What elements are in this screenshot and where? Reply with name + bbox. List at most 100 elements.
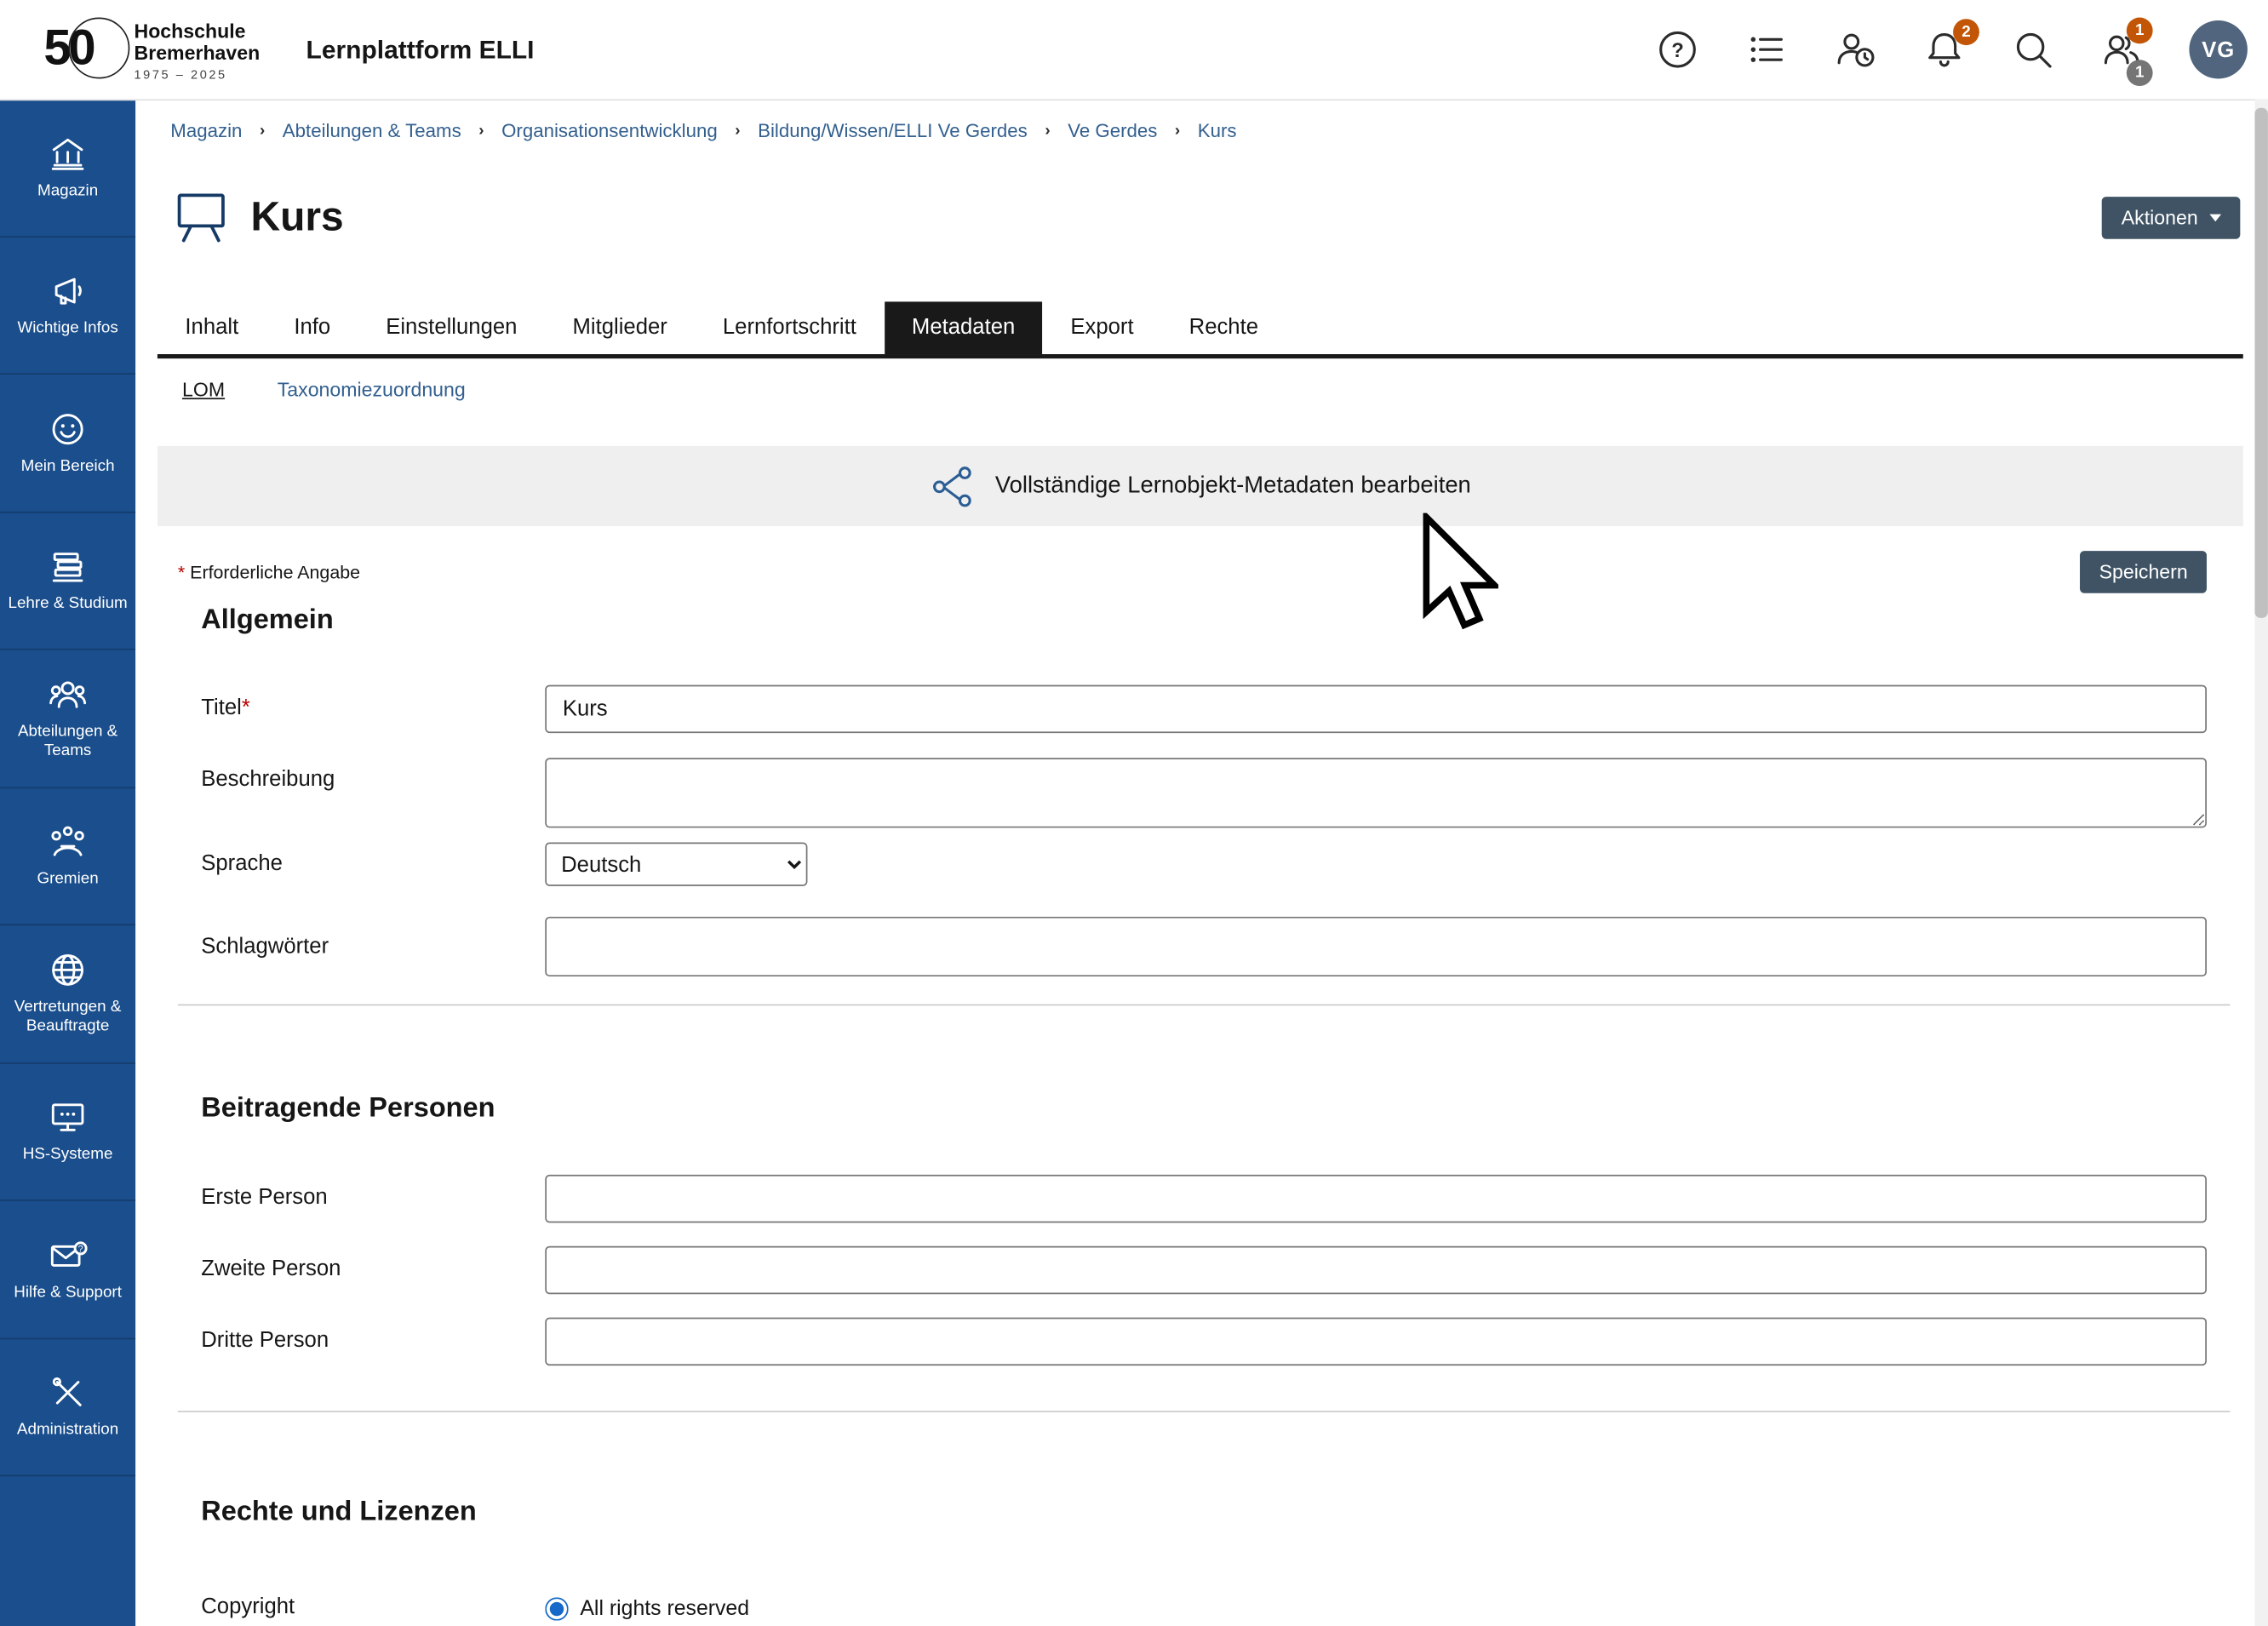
- sidebar-item-hs-systeme[interactable]: HS-Systeme: [0, 1063, 135, 1201]
- mail-help-icon: ?: [48, 1235, 87, 1274]
- todo-list-button[interactable]: [1744, 28, 1788, 72]
- subtab-bar: LOM Taxonomiezuordnung: [158, 358, 2243, 420]
- svg-text:?: ?: [1671, 39, 1684, 62]
- sidebar-item-label: Lehre & Studium: [8, 595, 127, 614]
- breadcrumb-separator: ›: [478, 122, 484, 140]
- sidebar-item-label: Magazin: [37, 182, 98, 201]
- edit-full-lom-label: Vollständige Lernobjekt-Metadaten bearbe…: [995, 473, 1471, 500]
- breadcrumb-link-ve-gerdes[interactable]: Ve Gerdes: [1068, 119, 1157, 141]
- app-title: Lernplattform ELLI: [306, 0, 535, 99]
- sidebar-item-abteilungen-teams[interactable]: Abteilungen & Teams: [0, 650, 135, 788]
- breadcrumb-link-magazin[interactable]: Magazin: [170, 119, 242, 141]
- smiley-icon: [48, 409, 87, 449]
- tab-lernfortschritt[interactable]: Lernfortschritt: [695, 301, 884, 354]
- erste-person-input[interactable]: [545, 1175, 2207, 1222]
- tab-mitglieder[interactable]: Mitglieder: [545, 301, 695, 354]
- megaphone-icon: [48, 272, 87, 311]
- breadcrumb-link-abteilungen-teams[interactable]: Abteilungen & Teams: [283, 119, 461, 141]
- sidebar-item-vertretungen-beauftragte[interactable]: Vertretungen & Beauftragte: [0, 925, 135, 1063]
- section-divider: [178, 1005, 2230, 1006]
- breadcrumb-link-organisationsentwicklung[interactable]: Organisationsentwicklung: [501, 119, 718, 141]
- logo-name-line1: Hochschule: [135, 20, 261, 43]
- section-title-beitragende-personen: Beitragende Personen: [201, 1091, 2243, 1126]
- tab-bar: Inhalt Info Einstellungen Mitglieder Ler…: [158, 301, 2243, 358]
- titel-label: Titel*: [201, 685, 501, 732]
- tab-export[interactable]: Export: [1043, 301, 1161, 354]
- section-title-rechte-lizenzen: Rechte und Lizenzen: [201, 1496, 2243, 1531]
- sidebar-item-administration[interactable]: Administration: [0, 1338, 135, 1476]
- required-star: *: [178, 562, 185, 582]
- topbar-icon-group: ?: [1656, 0, 2248, 99]
- tab-einstellungen[interactable]: Einstellungen: [358, 301, 545, 354]
- sprache-select[interactable]: Deutsch: [545, 843, 807, 886]
- tab-inhalt[interactable]: Inhalt: [158, 301, 266, 354]
- help-button[interactable]: ?: [1656, 28, 1699, 72]
- vertical-scrollbar-thumb[interactable]: [2254, 108, 2267, 618]
- sidebar-item-hilfe-support[interactable]: ? Hilfe & Support: [0, 1201, 135, 1339]
- sprache-label: Sprache: [201, 843, 501, 886]
- breadcrumb-separator: ›: [1045, 122, 1050, 140]
- sidebar-item-label: Hilfe & Support: [14, 1284, 122, 1303]
- form-row-zweite-person: Zweite Person: [158, 1246, 2243, 1294]
- tab-metadaten[interactable]: Metadaten: [884, 301, 1042, 354]
- top-bar: 50 Hochschule Bremerhaven 1975 – 2025 Le…: [0, 0, 2268, 100]
- sidebar-item-label: Mein Bereich: [21, 457, 115, 476]
- form-row-copyright: Copyright All rights reserved: [158, 1584, 2243, 1626]
- beschreibung-textarea[interactable]: [545, 758, 2207, 827]
- notifications-badge: 2: [1953, 19, 1979, 45]
- sidebar-item-label: HS-Systeme: [23, 1146, 113, 1165]
- sidebar-item-label: Vertretungen & Beauftragte: [4, 999, 131, 1037]
- subtab-lom[interactable]: LOM: [182, 378, 225, 400]
- bank-icon: [48, 134, 87, 173]
- search-button[interactable]: [2012, 28, 2055, 72]
- sidebar-item-magazin[interactable]: Magazin: [0, 99, 135, 237]
- contacts-button[interactable]: 1 1: [2100, 28, 2144, 72]
- titel-label-text: Titel: [201, 696, 242, 720]
- titel-input[interactable]: [545, 685, 2207, 733]
- tab-rechte[interactable]: Rechte: [1161, 301, 1286, 354]
- form-row-dritte-person: Dritte Person: [158, 1318, 2243, 1365]
- schlagwoerter-input[interactable]: [545, 917, 2207, 976]
- sidebar-item-lehre-studium[interactable]: Lehre & Studium: [0, 512, 135, 650]
- page-title: Kurs: [250, 194, 343, 241]
- todo-list-icon: [1744, 28, 1788, 72]
- copyright-radio-all-rights-reserved[interactable]: [545, 1596, 568, 1619]
- tools-icon: [48, 1373, 87, 1412]
- edit-full-lom-link[interactable]: Vollständige Lernobjekt-Metadaten bearbe…: [158, 446, 2243, 526]
- breadcrumb-link-bildung-wissen[interactable]: Bildung/Wissen/ELLI Ve Gerdes: [758, 119, 1028, 141]
- dritte-person-input[interactable]: [545, 1318, 2207, 1365]
- dritte-person-label: Dritte Person: [201, 1318, 501, 1365]
- monitor-icon: [48, 1098, 87, 1137]
- titel-required-star: *: [242, 696, 250, 720]
- logo-years: 1975 – 2025: [135, 67, 261, 82]
- page-header: Kurs Aktionen: [158, 185, 2243, 249]
- logo-50: 50: [43, 13, 125, 83]
- sidebar-item-wichtige-infos[interactable]: Wichtige Infos: [0, 237, 135, 375]
- subtab-taxonomiezuordnung[interactable]: Taxonomiezuordnung: [278, 378, 466, 400]
- sidebar-item-mein-bereich[interactable]: Mein Bereich: [0, 375, 135, 512]
- save-button[interactable]: Speichern: [2080, 551, 2207, 593]
- schlagwoerter-label: Schlagwörter: [201, 917, 501, 976]
- sidebar-item-gremien[interactable]: Gremien: [0, 787, 135, 925]
- main-content: Magazin › Abteilungen & Teams › Organisa…: [135, 99, 2268, 1626]
- breadcrumb-separator: ›: [260, 122, 265, 140]
- form-row-titel: Titel*: [158, 685, 2243, 733]
- form-row-erste-person: Erste Person: [158, 1175, 2243, 1222]
- copyright-label: Copyright: [201, 1584, 501, 1626]
- lom-tree-icon: [930, 463, 976, 510]
- svg-text:?: ?: [78, 1244, 83, 1254]
- tab-info[interactable]: Info: [266, 301, 358, 354]
- zweite-person-input[interactable]: [545, 1246, 2207, 1294]
- course-blackboard-icon: [172, 190, 230, 245]
- breadcrumb-link-kurs[interactable]: Kurs: [1198, 119, 1237, 141]
- notifications-button[interactable]: 2: [1922, 28, 1966, 72]
- erste-person-label: Erste Person: [201, 1175, 501, 1222]
- hochschule-bremerhaven-logo[interactable]: 50 Hochschule Bremerhaven 1975 – 2025: [43, 13, 260, 83]
- avatar[interactable]: VG: [2189, 20, 2247, 78]
- logo-text: Hochschule Bremerhaven 1975 – 2025: [135, 13, 261, 81]
- caret-down-icon: [2209, 214, 2221, 221]
- logo-name-line2: Bremerhaven: [135, 43, 261, 65]
- required-hint-text: Erforderliche Angabe: [190, 562, 360, 582]
- actions-button[interactable]: Aktionen: [2102, 196, 2240, 238]
- user-pending-button[interactable]: [1834, 28, 1877, 72]
